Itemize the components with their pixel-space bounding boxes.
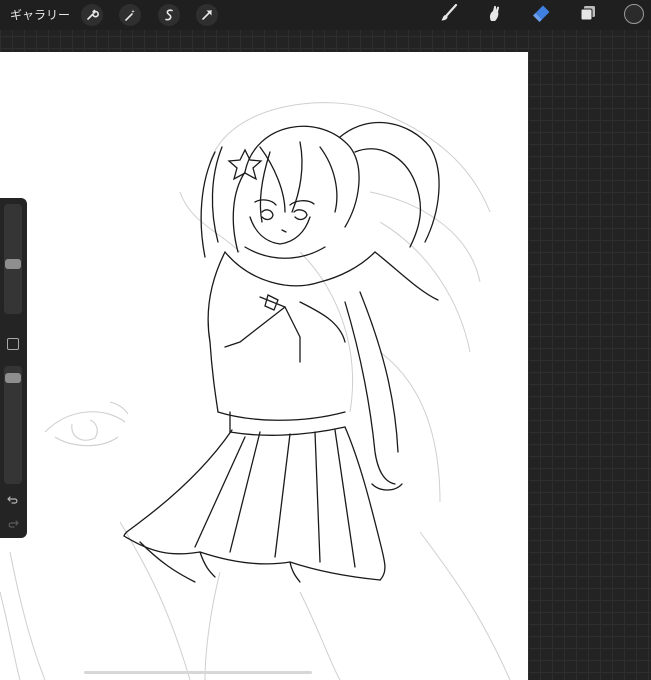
selection-icon bbox=[162, 8, 176, 22]
anime-girl-sketch bbox=[0, 102, 511, 680]
smudge-tool-button[interactable] bbox=[484, 4, 506, 26]
opacity-slider[interactable] bbox=[4, 366, 22, 484]
opacity-thumb[interactable] bbox=[5, 373, 21, 384]
eye-study-sketch bbox=[44, 401, 129, 447]
redo-button[interactable] bbox=[6, 516, 20, 530]
brush-icon bbox=[439, 3, 459, 27]
magic-wand-icon bbox=[123, 8, 137, 22]
undo-icon bbox=[7, 490, 19, 509]
redo-icon bbox=[7, 514, 19, 533]
transform-button[interactable] bbox=[196, 4, 218, 26]
home-indicator bbox=[84, 671, 312, 674]
layers-button[interactable] bbox=[577, 4, 599, 26]
brush-size-slider[interactable] bbox=[4, 204, 22, 314]
left-sidebar bbox=[0, 198, 27, 538]
selection-button[interactable] bbox=[158, 4, 180, 26]
smudge-icon bbox=[485, 3, 505, 27]
brush-tool-button[interactable] bbox=[438, 3, 460, 27]
modify-button[interactable] bbox=[7, 338, 19, 350]
undo-button[interactable] bbox=[6, 492, 20, 506]
wrench-icon bbox=[85, 8, 99, 22]
color-button[interactable] bbox=[624, 4, 644, 24]
drawing-canvas[interactable] bbox=[0, 52, 528, 680]
gallery-button[interactable]: ギャラリー bbox=[10, 6, 70, 24]
adjustments-button[interactable] bbox=[119, 4, 141, 26]
actions-button[interactable] bbox=[81, 4, 103, 26]
top-toolbar: ギャラリー bbox=[0, 0, 651, 30]
brush-size-thumb[interactable] bbox=[5, 258, 21, 269]
eraser-icon bbox=[532, 3, 552, 27]
layers-icon bbox=[578, 3, 598, 27]
transform-arrow-icon bbox=[200, 8, 214, 22]
eraser-tool-button[interactable] bbox=[531, 4, 553, 26]
